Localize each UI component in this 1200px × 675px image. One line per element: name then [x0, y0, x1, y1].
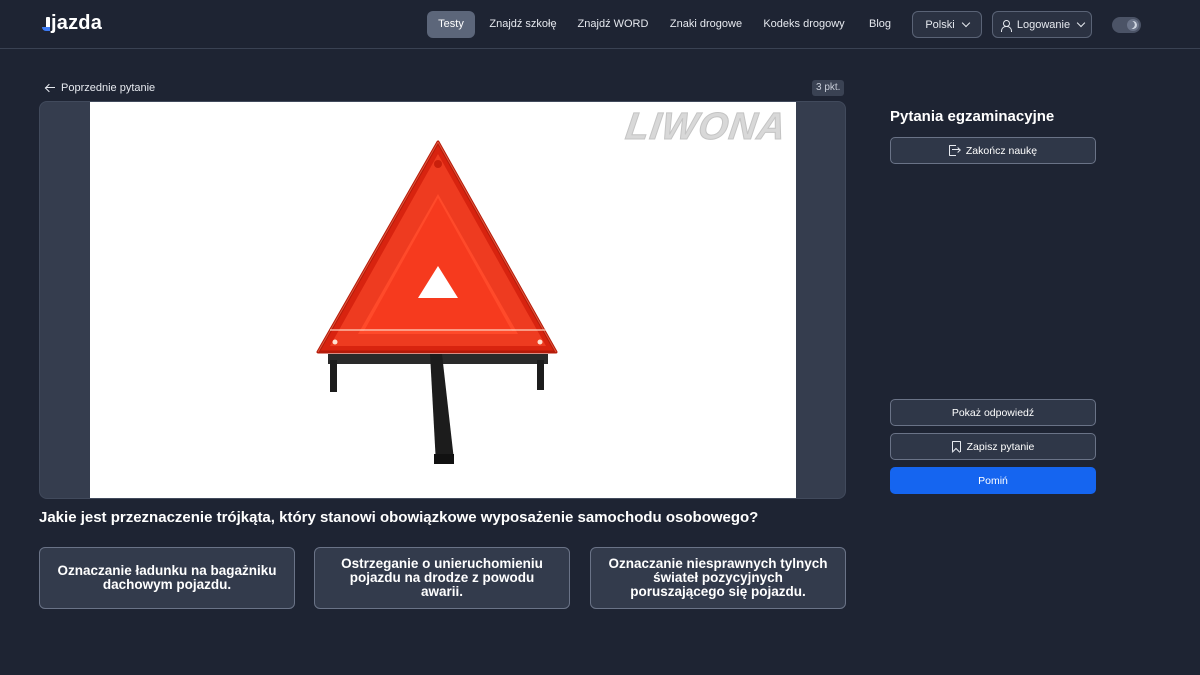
nav-item-find-school[interactable]: Znajdź szkołę: [486, 11, 560, 38]
answer-option-a[interactable]: Oznaczanie ładunku na bagażniku dachowym…: [39, 547, 295, 609]
login-label: Logowanie: [1016, 18, 1071, 31]
toggle-knob: [1127, 19, 1139, 31]
end-learning-button[interactable]: Zakończ naukę: [890, 137, 1096, 164]
user-icon: [1000, 19, 1012, 32]
panel-title: Pytania egzaminacyjne: [890, 108, 1055, 125]
theme-toggle[interactable]: [1112, 17, 1141, 33]
question-text: Jakie jest przeznaczenie trójkąta, który…: [39, 509, 759, 526]
main-nav: Testy Znajdź szkołę Znajdź WORD Znaki dr…: [0, 11, 1200, 39]
chevron-down-icon: [1076, 18, 1086, 28]
language-select[interactable]: Polski: [912, 11, 982, 38]
save-question-button[interactable]: Zapisz pytanie: [890, 433, 1096, 460]
previous-question-label: Poprzednie pytanie: [61, 82, 156, 94]
chevron-down-icon: [961, 18, 970, 28]
nav-item-blog[interactable]: Blog: [864, 11, 896, 38]
moon-icon: [1128, 20, 1138, 30]
previous-question-link[interactable]: Poprzednie pytanie: [45, 81, 155, 95]
end-learning-label: Zakończ naukę: [965, 144, 1038, 157]
exit-icon: [948, 145, 961, 156]
question-image: LIWONA: [90, 102, 796, 498]
warning-triangle-illustration: [316, 140, 558, 464]
points-badge: 3 pkt.: [812, 80, 845, 96]
show-answer-button[interactable]: Pokaż odpowiedź: [890, 399, 1096, 426]
answer-option-c[interactable]: Oznaczanie niesprawnych tylnych świateł …: [590, 547, 846, 609]
show-answer-label: Pokaż odpowiedź: [951, 406, 1035, 419]
save-question-label: Zapisz pytanie: [966, 440, 1035, 453]
nav-item-find-word[interactable]: Znajdź WORD: [576, 11, 650, 38]
question-media-frame: LIWONA: [39, 101, 846, 499]
bookmark-icon: [951, 441, 961, 452]
nav-item-road-signs[interactable]: Znaki drogowe: [667, 11, 745, 38]
skip-label: Pomiń: [978, 474, 1008, 487]
arrow-left-icon: [45, 83, 55, 93]
nav-item-testy[interactable]: Testy: [427, 11, 475, 38]
top-navbar: jazda Testy Znajdź szkołę Znajdź WORD Zn…: [0, 0, 1200, 49]
answer-option-b[interactable]: Ostrzeganie o unieruchomieniu pojazdu na…: [314, 547, 570, 609]
language-label: Polski: [925, 18, 955, 31]
login-button[interactable]: Logowanie: [992, 11, 1092, 38]
nav-item-road-code[interactable]: Kodeks drogowy: [760, 11, 848, 38]
skip-button[interactable]: Pomiń: [890, 467, 1096, 494]
